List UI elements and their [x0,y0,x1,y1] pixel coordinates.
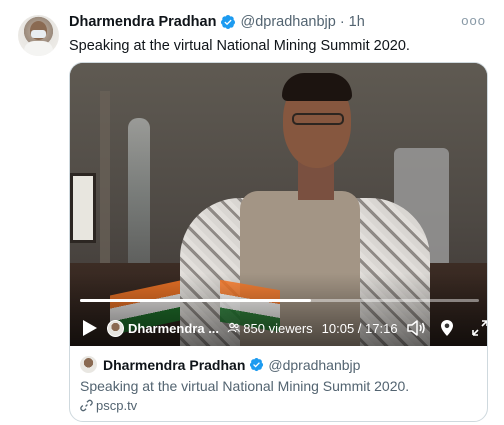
embedded-tweet[interactable]: Dharmendra Pradhan @dpradhanbjp Speaking… [70,346,487,421]
video-frame-trophy [128,118,150,268]
embedded-tweet-text: Speaking at the virtual National Mining … [80,378,410,394]
video-progress-bar[interactable] [80,299,479,302]
play-button[interactable] [83,319,97,337]
verified-badge-icon [221,15,236,29]
broadcaster-name: Dharmendra ... [128,320,220,336]
viewers-icon [227,322,240,333]
video-time: 10:05 / 17:16 [321,320,398,336]
video-frame-speaker-hair [282,73,352,101]
broadcaster-avatar [107,319,124,337]
video-player[interactable]: Dharmendra ... 850 viewers 10:05 / 17:16 [70,63,487,346]
embedded-author-handle: @dpradhanbjp [268,356,361,373]
video-frame-window [70,173,96,243]
location-icon [440,320,453,336]
volume-icon [406,320,425,336]
embedded-author-avatar [80,356,97,373]
verified-badge-icon [250,357,264,372]
tweet[interactable]: Dharmendra Pradhan @dpradhanbjp · 1h ooo… [0,0,504,425]
embedded-tweet-header: Dharmendra Pradhan @dpradhanbjp [80,356,487,373]
author-handle[interactable]: @dpradhanbjp [240,14,335,30]
play-icon [83,320,97,336]
tweet-header: Dharmendra Pradhan @dpradhanbjp · 1h [69,14,365,30]
author-name[interactable]: Dharmendra Pradhan [69,14,216,30]
location-button[interactable] [438,317,456,339]
tweet-timestamp[interactable]: 1h [349,14,365,30]
video-progress-fill [80,299,312,302]
avatar-body [24,41,53,56]
video-frame-speaker-glasses [292,113,344,125]
fullscreen-button[interactable] [471,317,487,339]
link-icon [80,399,93,412]
header-separator: · [339,14,345,30]
embedded-link[interactable]: pscp.tv [80,398,487,413]
embedded-link-text[interactable]: pscp.tv [96,398,137,413]
broadcaster-info[interactable]: Dharmendra ... [107,319,220,337]
volume-button[interactable] [406,317,426,339]
viewer-count: 850 viewers [243,320,313,336]
tweet-text: Speaking at the virtual National Mining … [69,38,410,54]
more-options-icon[interactable]: ooo [461,13,486,28]
embedded-author-name: Dharmendra Pradhan [103,356,246,373]
fullscreen-icon [472,320,487,336]
video-controls: Dharmendra ... 850 viewers 10:05 / 17:16 [70,315,487,341]
video-frame-shelf [100,91,110,271]
author-avatar[interactable] [18,15,59,56]
avatar-mask [31,30,46,38]
media-card[interactable]: Dharmendra ... 850 viewers 10:05 / 17:16 [69,62,488,422]
